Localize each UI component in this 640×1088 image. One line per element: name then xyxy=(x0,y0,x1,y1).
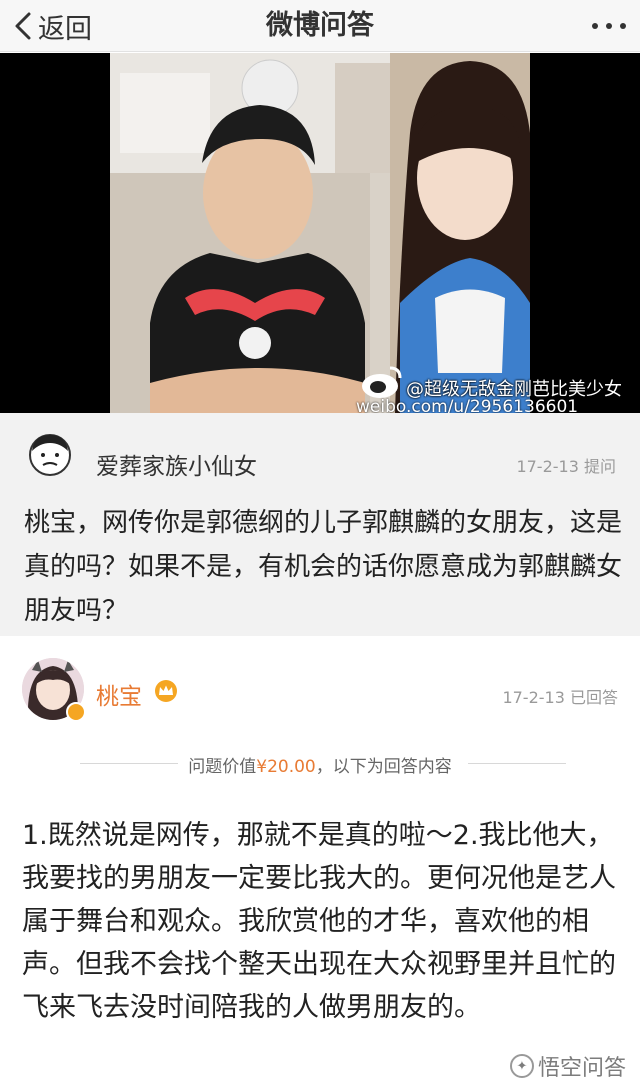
more-dots-icon xyxy=(592,23,598,29)
top-nav-bar: 返回 微博问答 xyxy=(0,0,640,52)
wukong-logo-icon: ✦ xyxy=(509,1054,534,1078)
answerer-name[interactable]: 桃宝 xyxy=(96,677,142,711)
verified-badge-icon xyxy=(66,702,86,722)
photo-illustration xyxy=(110,53,530,413)
chevron-left-icon xyxy=(15,12,31,40)
source-watermark-text: 悟空问答 xyxy=(537,1056,626,1081)
more-dot xyxy=(620,23,626,29)
answer-text: 1.既然说是网传，那就不是真的啦～2.我比他大，我要找的男朋友一定要比我大的。更… xyxy=(22,820,616,1023)
source-watermark: ✦ 悟空问答 xyxy=(509,1050,626,1082)
question-text: 桃宝，网传你是郭德纲的儿子郭麒麟的女朋友，这是真的吗？如果不是，有机会的话你愿意… xyxy=(24,508,623,626)
more-options-button[interactable] xyxy=(576,0,626,52)
question-status: 提问 xyxy=(583,457,616,476)
answer-date: 17-2-13 xyxy=(502,688,565,707)
value-amount: ¥20.00 xyxy=(256,757,316,777)
asker-name[interactable]: 爱葬家族小仙女 xyxy=(96,447,257,481)
back-label: 返回 xyxy=(38,13,92,45)
page-title: 微博问答 xyxy=(266,10,374,41)
asker-avatar[interactable] xyxy=(24,431,76,489)
weibo-logo-icon xyxy=(362,366,402,398)
question-photo-area: @超级无敌金刚芭比美少女 weibo.com/u/2956136601 xyxy=(0,53,640,417)
question-meta: 17-2-13 提问 xyxy=(516,453,616,477)
value-prefix: 问题价值 xyxy=(188,757,257,777)
question-value-text: 问题价值¥20.00，以下为回答内容 xyxy=(22,752,618,777)
asker-avatar-image xyxy=(24,431,76,489)
question-card: 爱葬家族小仙女 17-2-13 提问 桃宝，网传你是郭德纲的儿子郭麒麟的女朋友，… xyxy=(0,413,640,636)
question-date: 17-2-13 xyxy=(516,457,579,476)
question-value-divider: 问题价值¥20.00，以下为回答内容 xyxy=(22,750,618,778)
more-dot xyxy=(606,23,612,29)
back-button[interactable]: 返回 xyxy=(14,0,92,52)
value-suffix: ，以下为回答内容 xyxy=(315,757,452,777)
answer-meta: 17-2-13 已回答 xyxy=(502,684,618,708)
answer-status: 已回答 xyxy=(569,688,618,707)
crown-icon xyxy=(155,680,177,702)
question-photo[interactable] xyxy=(110,53,530,413)
